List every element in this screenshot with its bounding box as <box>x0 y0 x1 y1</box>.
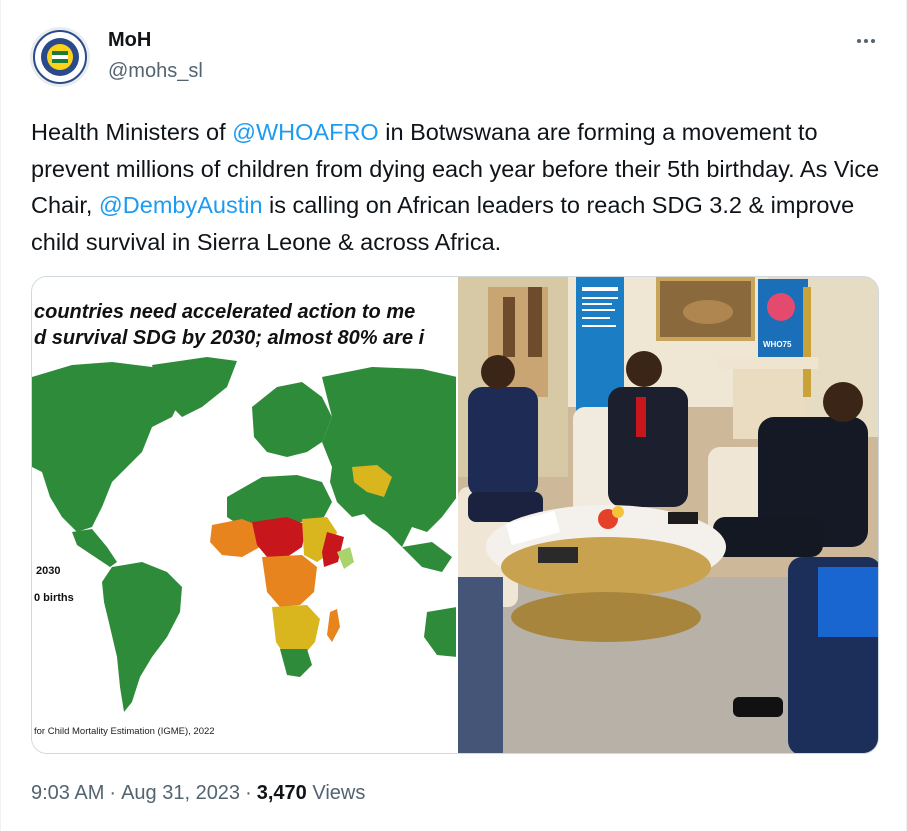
tweet-time[interactable]: 9:03 AM <box>31 782 104 804</box>
author-handle[interactable]: @mohs_sl <box>108 60 203 83</box>
separator-dot: · <box>245 782 252 804</box>
dot-icon <box>864 39 868 43</box>
map-legend-year: 2030 <box>36 565 61 577</box>
europe-shape <box>252 382 332 457</box>
who75-text: WHO75 <box>763 340 792 349</box>
tweet-meta: 9:03 AM · Aug 31, 2023 · 3,470 Views <box>31 782 365 805</box>
map-title: countries need accelerated action to me … <box>34 299 424 351</box>
avatar[interactable] <box>30 27 90 87</box>
mention-link-whoafro[interactable]: @WHOAFRO <box>232 119 379 145</box>
views-label: Views <box>312 782 366 804</box>
author-name[interactable]: MoH <box>108 29 151 52</box>
asia-shape <box>322 367 456 547</box>
meeting-photo[interactable]: WHO75 <box>456 277 878 753</box>
media-grid: countries need accelerated action to me … <box>31 276 879 754</box>
tweet-date[interactable]: Aug 31, 2023 <box>121 782 240 804</box>
mention-link-dembyaustin[interactable]: @DembyAustin <box>99 192 263 218</box>
separator-dot: · <box>109 782 117 804</box>
south-africa-green <box>280 649 312 677</box>
dot-icon <box>857 39 861 43</box>
ministry-seal-icon <box>33 30 87 84</box>
map-image[interactable]: countries need accelerated action to me … <box>32 277 456 753</box>
map-source: for Child Mortality Estimation (IGME), 2… <box>34 726 215 737</box>
australia-shape <box>424 607 456 657</box>
tweet-text-part: Health Ministers of <box>31 119 233 145</box>
map-title-line: countries need accelerated action to me <box>34 301 416 323</box>
madagascar-shape <box>327 609 340 642</box>
dot-icon <box>871 39 875 43</box>
world-map <box>32 357 456 712</box>
tweet-text: Health Ministers of @WHOAFRO in Botwswan… <box>31 114 881 260</box>
central-america-shape <box>72 529 117 567</box>
southeast-asia-shape <box>402 542 452 572</box>
sahel-red <box>252 517 307 557</box>
central-africa-orange <box>262 555 317 607</box>
south-america-shape <box>102 562 182 712</box>
meeting-photo-illustration: WHO75 <box>458 277 878 753</box>
tweet: MoH @mohs_sl Health Ministers of @WHOAFR… <box>0 0 907 831</box>
more-options-icon[interactable] <box>849 26 883 56</box>
map-title-line: d survival SDG by 2030; almost 80% are i <box>34 327 425 349</box>
map-legend-unit: 0 births <box>34 592 74 604</box>
views-count: 3,470 <box>256 782 307 804</box>
